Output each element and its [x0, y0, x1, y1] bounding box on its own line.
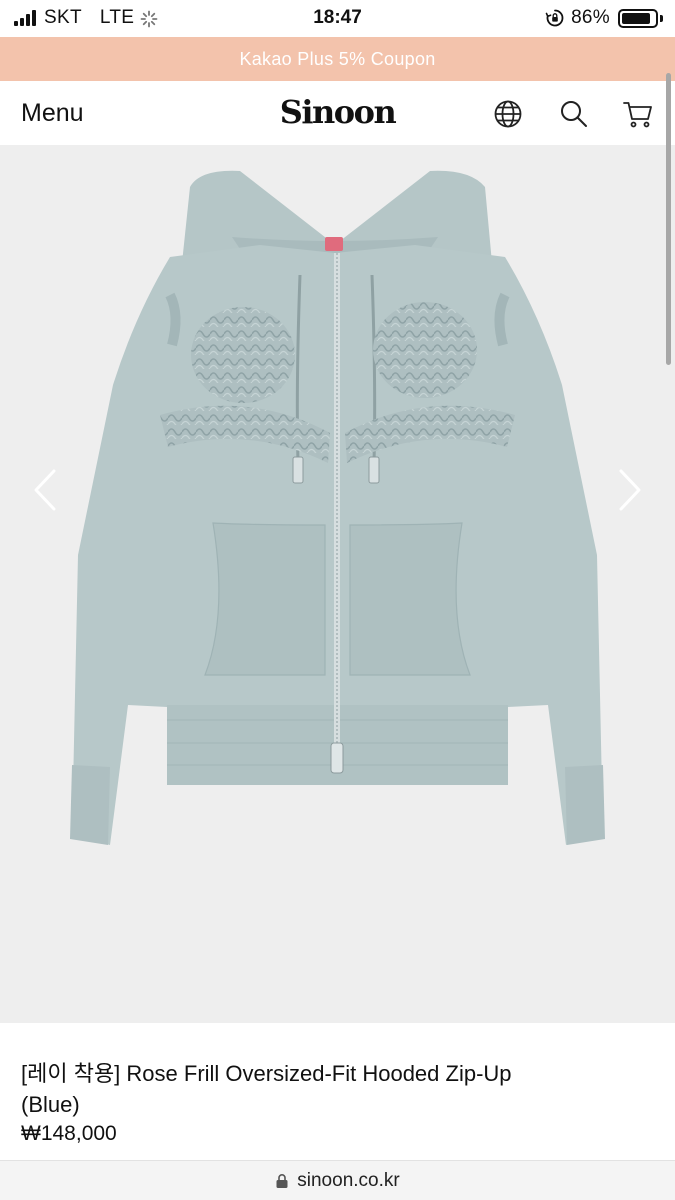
product-image[interactable] [0, 145, 675, 1023]
browser-url-bar[interactable]: sinoon.co.kr [0, 1160, 675, 1200]
status-bar: SKT LTE 18:47 86% [0, 0, 675, 37]
product-name-line-2: (Blue) [21, 1092, 80, 1117]
product-info: [레이 착용] Rose Frill Oversized-Fit Hooded … [0, 1023, 675, 1163]
coupon-banner-text: Kakao Plus 5% Coupon [239, 48, 436, 69]
search-icon[interactable] [558, 98, 590, 130]
rotation-lock-icon [545, 9, 564, 27]
logo-link[interactable] [280, 91, 395, 137]
battery-percent: 86% [571, 7, 610, 28]
battery-level [622, 12, 650, 24]
menu-button[interactable]: Menu [21, 99, 84, 128]
cart-icon[interactable] [622, 98, 654, 130]
product-price: ₩148,000 [21, 1122, 117, 1145]
product-gallery[interactable] [0, 145, 675, 1023]
product-name-line-1: [레이 착용] Rose Frill Oversized-Fit Hooded … [21, 1061, 512, 1086]
product-name[interactable]: [레이 착용] Rose Frill Oversized-Fit Hooded … [21, 1058, 654, 1120]
coupon-banner[interactable]: Kakao Plus 5% Coupon [0, 37, 675, 81]
chevron-left-icon[interactable] [26, 465, 66, 515]
battery-icon [618, 8, 663, 28]
url-text: sinoon.co.kr [297, 1169, 400, 1191]
chevron-right-icon[interactable] [609, 465, 649, 515]
site-header: Menu Sinoon [0, 81, 675, 145]
lock-icon [276, 1173, 288, 1188]
status-right: 86% [545, 7, 663, 29]
globe-icon[interactable] [492, 98, 524, 130]
page-scrollbar[interactable] [666, 73, 671, 365]
